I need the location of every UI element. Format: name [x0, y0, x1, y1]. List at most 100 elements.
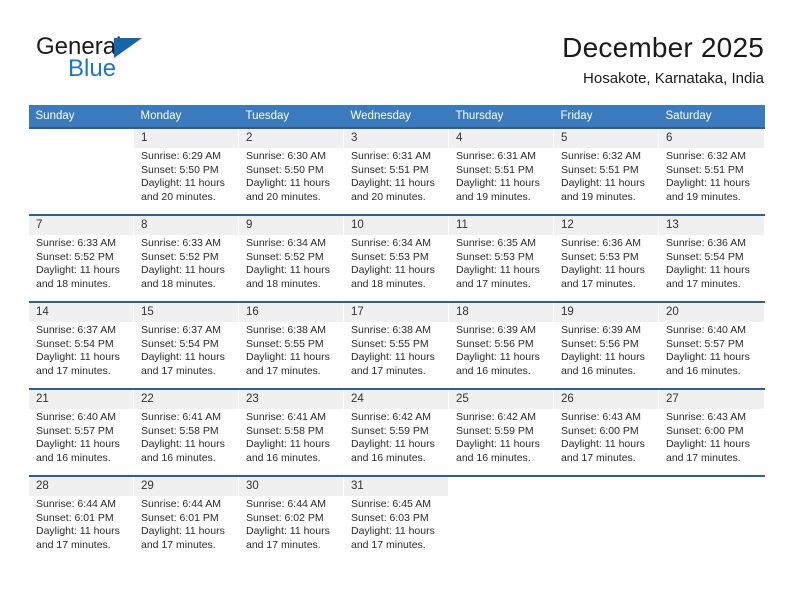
daylight-line2-text: and 18 minutes.	[36, 277, 111, 290]
day-info-row: Sunrise: 6:44 AM Sunset: 6:01 PM Daylight:…	[28, 496, 765, 562]
daylight-line1-text: Daylight: 11 hours	[666, 264, 750, 277]
sunset-text: Sunset: 6:00 PM	[666, 424, 744, 437]
daylight-line2-text: and 17 minutes.	[36, 364, 111, 377]
day-number[interactable]: 28	[28, 477, 134, 496]
day-number[interactable]: 11	[448, 216, 554, 235]
day-cell: Sunrise: 6:41 AM Sunset: 5:58 PM Daylight:…	[133, 409, 239, 475]
sunrise-text: Sunrise: 6:33 AM	[141, 237, 221, 249]
day-number[interactable]: 14	[28, 303, 134, 322]
day-number[interactable]: 18	[448, 303, 554, 322]
sunset-text: Sunset: 5:51 PM	[351, 163, 429, 176]
day-cell: Sunrise: 6:40 AM Sunset: 5:57 PM Daylight:…	[658, 322, 765, 388]
day-cell: Sunrise: 6:45 AM Sunset: 6:03 PM Daylight:…	[343, 496, 449, 562]
sunrise-text: Sunrise: 6:41 AM	[141, 411, 221, 423]
day-cell: Sunrise: 6:40 AM Sunset: 5:57 PM Daylight:…	[28, 409, 134, 475]
sunset-text: Sunset: 5:56 PM	[456, 337, 534, 350]
daylight-line1-text: Daylight: 11 hours	[36, 438, 120, 451]
day-number[interactable]: 8	[133, 216, 239, 235]
sunrise-sunset-calendar: Sunday Monday Tuesday Wednesday Thursday…	[28, 105, 765, 562]
day-number[interactable]: 25	[448, 390, 554, 409]
page-title: December 2025	[562, 32, 764, 63]
day-number-empty	[658, 477, 765, 496]
day-number-row: 21 22 23 24 25 26 27	[28, 390, 765, 409]
sunrise-text: Sunrise: 6:36 AM	[561, 237, 641, 249]
day-number[interactable]: 24	[343, 390, 449, 409]
day-number[interactable]: 26	[553, 390, 659, 409]
daylight-line1-text: Daylight: 11 hours	[666, 177, 750, 190]
day-cell: Sunrise: 6:44 AM Sunset: 6:01 PM Daylight:…	[133, 496, 239, 562]
day-number[interactable]: 29	[133, 477, 239, 496]
sunset-text: Sunset: 6:01 PM	[36, 511, 114, 524]
day-number[interactable]: 9	[238, 216, 344, 235]
day-number[interactable]: 31	[343, 477, 449, 496]
sunrise-text: Sunrise: 6:41 AM	[246, 411, 326, 423]
sunrise-text: Sunrise: 6:44 AM	[36, 498, 116, 510]
general-blue-logo[interactable]: General Blue	[36, 34, 216, 90]
daylight-line2-text: and 16 minutes.	[456, 451, 531, 464]
day-number[interactable]: 4	[448, 129, 554, 148]
day-number[interactable]: 23	[238, 390, 344, 409]
daylight-line1-text: Daylight: 11 hours	[246, 438, 330, 451]
day-cell: Sunrise: 6:34 AM Sunset: 5:53 PM Daylight:…	[343, 235, 449, 301]
day-number[interactable]: 30	[238, 477, 344, 496]
day-number[interactable]: 3	[343, 129, 449, 148]
day-number[interactable]: 22	[133, 390, 239, 409]
sunset-text: Sunset: 5:55 PM	[246, 337, 324, 350]
sunset-text: Sunset: 5:53 PM	[351, 250, 429, 263]
sunset-text: Sunset: 5:51 PM	[456, 163, 534, 176]
sunset-text: Sunset: 5:54 PM	[36, 337, 114, 350]
day-number[interactable]: 6	[658, 129, 765, 148]
sunrise-text: Sunrise: 6:31 AM	[351, 150, 431, 162]
day-number[interactable]: 2	[238, 129, 344, 148]
sunrise-text: Sunrise: 6:29 AM	[141, 150, 221, 162]
daylight-line2-text: and 17 minutes.	[666, 451, 741, 464]
day-number-row: 123456	[28, 129, 765, 148]
daylight-line2-text: and 16 minutes.	[351, 451, 426, 464]
daylight-line2-text: and 17 minutes.	[456, 277, 531, 290]
day-number[interactable]: 5	[553, 129, 659, 148]
sunset-text: Sunset: 5:59 PM	[456, 424, 534, 437]
sunrise-text: Sunrise: 6:44 AM	[246, 498, 326, 510]
day-number[interactable]: 19	[553, 303, 659, 322]
daylight-line2-text: and 17 minutes.	[561, 451, 636, 464]
sunrise-text: Sunrise: 6:44 AM	[141, 498, 221, 510]
sunset-text: Sunset: 5:53 PM	[456, 250, 534, 263]
day-number[interactable]: 7	[28, 216, 134, 235]
daylight-line1-text: Daylight: 11 hours	[561, 177, 645, 190]
day-cell: Sunrise: 6:32 AM Sunset: 5:51 PM Daylight:…	[553, 148, 659, 214]
day-number-row: 14 15 16 17 18 19 20	[28, 303, 765, 322]
daylight-line2-text: and 18 minutes.	[246, 277, 321, 290]
weekday-header-thursday: Thursday	[448, 105, 554, 127]
day-number-row: 7 8 9 10 11 12 13	[28, 216, 765, 235]
day-number[interactable]: 21	[28, 390, 134, 409]
sunset-text: Sunset: 5:51 PM	[561, 163, 639, 176]
day-number[interactable]: 16	[238, 303, 344, 322]
daylight-line1-text: Daylight: 11 hours	[456, 351, 540, 364]
daylight-line1-text: Daylight: 11 hours	[246, 351, 330, 364]
sunset-text: Sunset: 5:51 PM	[666, 163, 744, 176]
sunrise-text: Sunrise: 6:37 AM	[141, 324, 221, 336]
sunrise-text: Sunrise: 6:36 AM	[666, 237, 746, 249]
sunrise-text: Sunrise: 6:45 AM	[351, 498, 431, 510]
daylight-line1-text: Daylight: 11 hours	[141, 351, 225, 364]
day-cell: Sunrise: 6:43 AM Sunset: 6:00 PM Daylight:…	[553, 409, 659, 475]
sunrise-text: Sunrise: 6:42 AM	[351, 411, 431, 423]
page-subtitle: Hosakote, Karnataka, India	[583, 70, 764, 87]
day-cell: Sunrise: 6:39 AM Sunset: 5:56 PM Daylight:…	[553, 322, 659, 388]
day-cell: Sunrise: 6:42 AM Sunset: 5:59 PM Daylight:…	[448, 409, 554, 475]
weekday-header-row: Sunday Monday Tuesday Wednesday Thursday…	[28, 105, 765, 127]
day-number[interactable]: 20	[658, 303, 765, 322]
sunrise-text: Sunrise: 6:38 AM	[246, 324, 326, 336]
day-cell: Sunrise: 6:33 AM Sunset: 5:52 PM Daylight:…	[28, 235, 134, 301]
day-number[interactable]: 27	[658, 390, 765, 409]
daylight-line2-text: and 16 minutes.	[561, 364, 636, 377]
sunset-text: Sunset: 5:50 PM	[141, 163, 219, 176]
day-number[interactable]: 10	[343, 216, 449, 235]
day-number-empty	[28, 129, 134, 148]
day-number[interactable]: 12	[553, 216, 659, 235]
day-number[interactable]: 17	[343, 303, 449, 322]
day-number[interactable]: 1	[133, 129, 239, 148]
day-number[interactable]: 13	[658, 216, 765, 235]
daylight-line1-text: Daylight: 11 hours	[561, 438, 645, 451]
day-number[interactable]: 15	[133, 303, 239, 322]
